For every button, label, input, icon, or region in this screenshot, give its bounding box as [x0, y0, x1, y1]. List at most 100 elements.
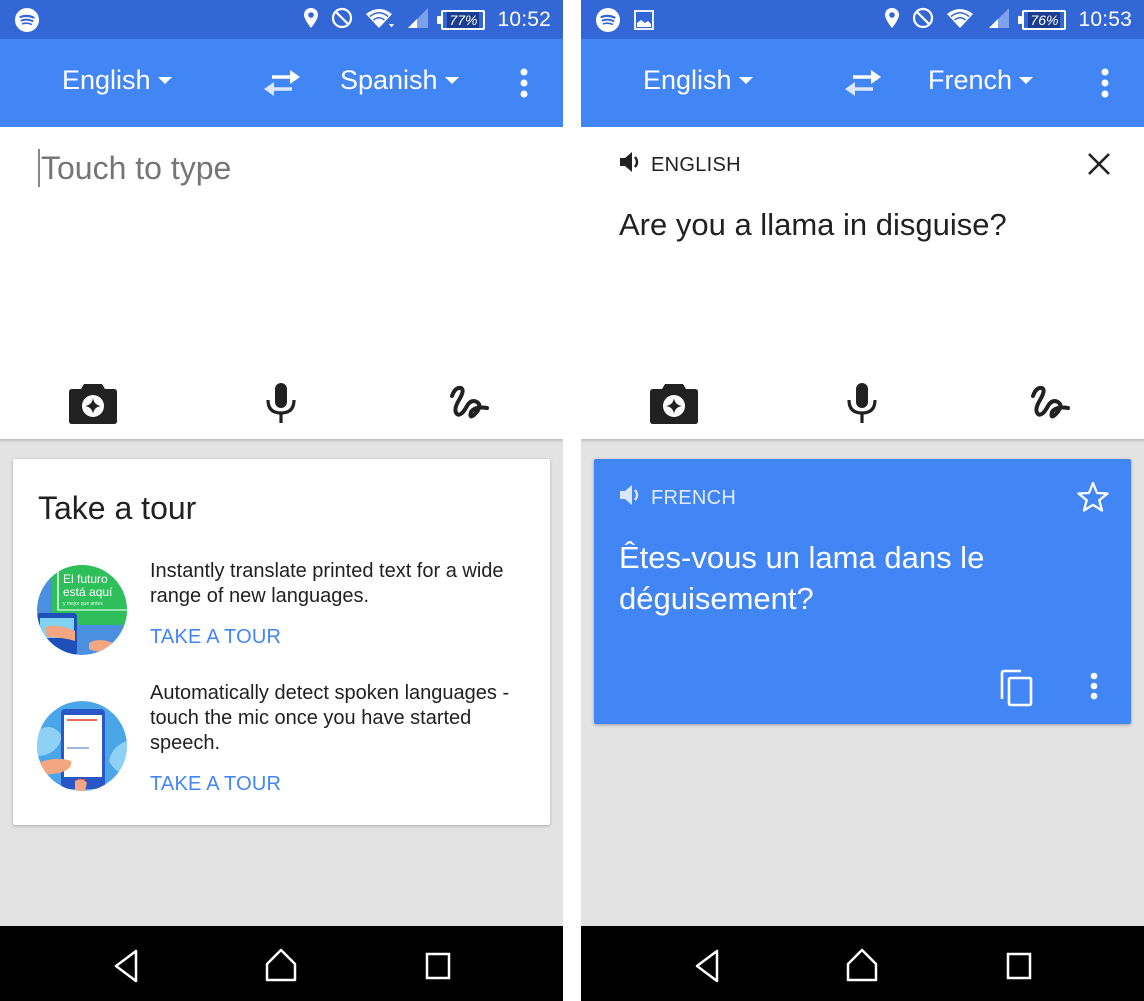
- recents-icon: [425, 952, 451, 980]
- spotify-icon: [596, 8, 620, 37]
- target-language-tag: FRENCH: [651, 486, 737, 509]
- conversation-illustration: [37, 701, 127, 791]
- camera-button[interactable]: [649, 378, 699, 428]
- tour-item-description: Automatically detect spoken languages - …: [150, 682, 510, 754]
- take-a-tour-link[interactable]: TAKE A TOUR: [150, 626, 281, 649]
- phone-screen-french: 76% 10:53 English French ENGLISH Are you…: [581, 0, 1144, 1001]
- battery-percent: 76%: [1028, 12, 1061, 28]
- back-icon: [695, 949, 719, 983]
- more-vert-icon: [1101, 68, 1109, 98]
- dropdown-caret-icon: [157, 77, 172, 84]
- recents-button[interactable]: [999, 946, 1039, 986]
- illustration-text: está aquí: [63, 585, 113, 599]
- speaker-icon: [620, 152, 639, 172]
- do-not-disturb-icon: [331, 7, 353, 34]
- camera-icon: [69, 384, 117, 424]
- do-not-disturb-icon: [912, 7, 934, 34]
- location-icon: [303, 7, 319, 34]
- recents-button[interactable]: [418, 946, 458, 986]
- microphone-icon: [266, 383, 296, 423]
- location-icon: [884, 7, 900, 34]
- image-icon: [634, 10, 654, 35]
- source-language-label: English: [62, 65, 151, 95]
- cell-signal-icon: [407, 7, 429, 34]
- save-phrase-button[interactable]: [1077, 481, 1109, 513]
- microphone-button[interactable]: [837, 378, 887, 428]
- text-input-placeholder[interactable]: Touch to type: [38, 149, 231, 187]
- handwriting-button[interactable]: [1024, 378, 1074, 428]
- input-tools: [0, 372, 563, 432]
- swap-languages-button[interactable]: [843, 67, 883, 99]
- back-button[interactable]: [106, 946, 146, 986]
- source-language-label: English: [643, 65, 732, 95]
- microphone-button[interactable]: [256, 378, 306, 428]
- home-button[interactable]: [261, 946, 301, 986]
- dropdown-caret-icon: [738, 77, 753, 84]
- home-icon: [265, 948, 297, 982]
- target-language-label: French: [928, 65, 1013, 95]
- target-language-dropdown[interactable]: French: [928, 65, 1034, 96]
- home-button[interactable]: [842, 946, 882, 986]
- camera-icon: [650, 384, 698, 424]
- take-a-tour-card: Take a tour El futuro está aquí y mejor …: [13, 459, 550, 825]
- more-vert-icon: [520, 68, 528, 98]
- source-language-dropdown[interactable]: English: [643, 65, 753, 96]
- status-bar: 76% 10:53: [581, 0, 1144, 39]
- translated-text: Êtes-vous un lama dans le déguisement?: [619, 540, 985, 616]
- swap-languages-button[interactable]: [262, 67, 302, 99]
- spotify-icon: [15, 8, 39, 37]
- battery-indicator: 76%: [1018, 10, 1067, 30]
- illustration-text: y mejor que antes: [63, 601, 103, 607]
- overflow-menu-button[interactable]: [512, 67, 536, 99]
- clear-input-button[interactable]: [1086, 151, 1112, 177]
- tour-card-title: Take a tour: [38, 490, 197, 526]
- translation-input-area[interactable]: Touch to type: [0, 127, 563, 439]
- translation-result-card: FRENCH Êtes-vous un lama dans le déguise…: [594, 459, 1131, 724]
- illustration-text: El futuro: [63, 572, 108, 586]
- handwriting-icon: [1031, 385, 1070, 419]
- battery-percent: 77%: [447, 12, 480, 28]
- wifi-icon: [365, 7, 395, 34]
- input-divider: [0, 439, 563, 443]
- swap-arrows-icon: [264, 70, 300, 96]
- microphone-icon: [847, 383, 877, 423]
- language-toolbar: English French: [581, 39, 1144, 127]
- input-divider: [581, 439, 1144, 443]
- camera-translate-illustration: El futuro está aquí y mejor que antes: [37, 565, 127, 655]
- system-nav-bar: [581, 926, 1144, 1001]
- handwriting-button[interactable]: [443, 378, 493, 428]
- translation-input-area[interactable]: ENGLISH Are you a llama in disguise?: [581, 127, 1144, 439]
- result-more-options-button[interactable]: [1084, 669, 1104, 705]
- target-language-header: FRENCH: [619, 484, 736, 512]
- speaker-icon: [620, 485, 639, 505]
- wifi-icon: [946, 7, 976, 34]
- star-icon: [1077, 481, 1109, 512]
- more-vert-icon: [1090, 672, 1098, 700]
- overflow-menu-button[interactable]: [1093, 67, 1117, 99]
- source-language-dropdown[interactable]: English: [62, 65, 172, 96]
- camera-button[interactable]: [68, 378, 118, 428]
- close-icon: [1088, 153, 1110, 175]
- swap-arrows-icon: [845, 70, 881, 96]
- source-language-header: ENGLISH: [619, 151, 741, 179]
- cell-signal-icon: [988, 7, 1010, 34]
- phone-screen-spanish: 77% 10:52 English Spanish Touch to type: [0, 0, 563, 1001]
- speak-source-button[interactable]: [619, 151, 645, 179]
- handwriting-icon: [450, 385, 489, 419]
- system-nav-bar: [0, 926, 563, 1001]
- status-time: 10:52: [497, 8, 551, 31]
- input-tools: [581, 372, 1144, 432]
- battery-indicator: 77%: [437, 10, 486, 30]
- target-language-dropdown[interactable]: Spanish: [340, 65, 459, 96]
- source-language-tag: ENGLISH: [651, 153, 741, 176]
- status-time: 10:53: [1078, 8, 1132, 31]
- target-language-label: Spanish: [340, 65, 438, 95]
- speak-translation-button[interactable]: [619, 484, 645, 512]
- tour-item-description: Instantly translate printed text for a w…: [150, 560, 504, 607]
- copy-translation-button[interactable]: [999, 669, 1035, 707]
- status-bar: 77% 10:52: [0, 0, 563, 39]
- recents-icon: [1006, 952, 1032, 980]
- take-a-tour-link[interactable]: TAKE A TOUR: [150, 773, 281, 796]
- back-button[interactable]: [687, 946, 727, 986]
- source-text[interactable]: Are you a llama in disguise?: [619, 207, 1007, 243]
